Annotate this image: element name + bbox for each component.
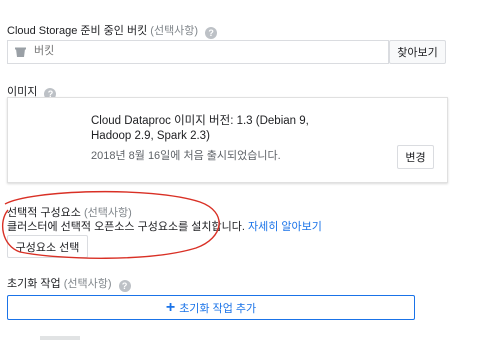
change-image-button[interactable]: 변경: [397, 145, 434, 169]
cutoff-row: [40, 336, 80, 340]
image-version-text: Cloud Dataproc 이미지 버전: 1.3 (Debian 9, Ha…: [91, 114, 309, 144]
bucket-optional-text: (선택사항): [150, 25, 199, 37]
browse-button[interactable]: 찾아보기: [389, 40, 446, 64]
init-optional-text: (선택사항): [63, 278, 112, 290]
help-icon[interactable]: ?: [205, 27, 218, 39]
image-release-note: 2018년 8월 16일에 처음 출시되었습니다.: [91, 150, 281, 162]
bucket-input-field[interactable]: [7, 40, 389, 64]
plus-icon: +: [165, 298, 176, 316]
image-version-line2: Hadoop 2.9, Spark 2.3): [91, 130, 210, 142]
bucket-icon: [14, 45, 27, 58]
bucket-input[interactable]: [34, 43, 374, 59]
add-init-action-button[interactable]: + 초기화 작업 추가: [7, 295, 415, 320]
image-version-line1: Cloud Dataproc 이미지 버전: 1.3 (Debian 9,: [91, 115, 309, 127]
init-section-label: 초기화 작업 (선택사항) ?: [7, 275, 131, 292]
bucket-section-label: Cloud Storage 준비 중인 버킷 (선택사항) ?: [7, 22, 218, 39]
bucket-label-text: Cloud Storage 준비 중인 버킷: [7, 25, 148, 37]
image-version-card: Cloud Dataproc 이미지 버전: 1.3 (Debian 9, Ha…: [7, 97, 448, 183]
learn-more-link[interactable]: 자세히 알아보기: [248, 221, 322, 233]
init-label-text: 초기화 작업: [7, 278, 61, 290]
annotation-circle: [1, 190, 220, 259]
help-icon[interactable]: ?: [118, 280, 131, 292]
add-init-action-label: 초기화 작업 추가: [179, 302, 257, 315]
